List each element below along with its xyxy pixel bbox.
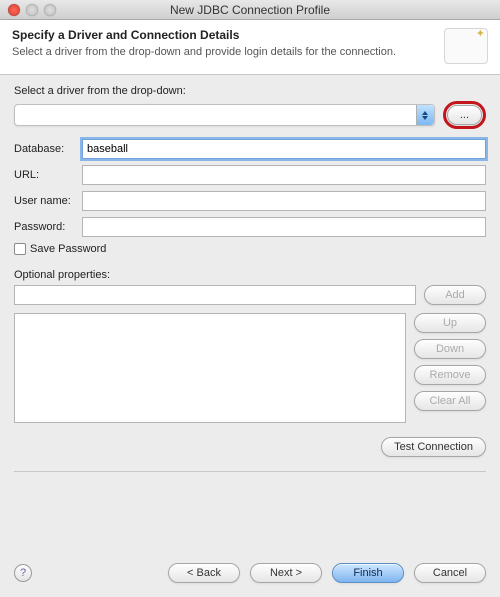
clear-all-button[interactable]: Clear All bbox=[414, 391, 486, 411]
username-input[interactable] bbox=[82, 191, 486, 211]
optional-properties-list[interactable] bbox=[14, 313, 406, 423]
driver-select-label: Select a driver from the drop-down: bbox=[14, 85, 486, 97]
optional-property-input[interactable] bbox=[14, 285, 416, 305]
help-icon[interactable]: ? bbox=[14, 564, 32, 582]
finish-button[interactable]: Finish bbox=[332, 563, 404, 583]
wizard-footer: ? < Back Next > Finish Cancel bbox=[0, 553, 500, 597]
ellipsis-icon: ... bbox=[460, 109, 469, 121]
url-label: URL: bbox=[14, 169, 82, 181]
down-button[interactable]: Down bbox=[414, 339, 486, 359]
add-button[interactable]: Add bbox=[424, 285, 486, 305]
save-password-label: Save Password bbox=[30, 243, 106, 255]
minimize-icon bbox=[26, 4, 38, 16]
divider bbox=[14, 471, 486, 472]
cancel-button[interactable]: Cancel bbox=[414, 563, 486, 583]
next-button[interactable]: Next > bbox=[250, 563, 322, 583]
page-subtitle: Select a driver from the drop-down and p… bbox=[12, 46, 396, 58]
up-button[interactable]: Up bbox=[414, 313, 486, 333]
zoom-icon bbox=[44, 4, 56, 16]
driver-select[interactable] bbox=[14, 104, 435, 126]
test-connection-button[interactable]: Test Connection bbox=[381, 437, 486, 457]
annotation-circle: ... bbox=[443, 101, 486, 129]
driver-browse-button[interactable]: ... bbox=[447, 105, 482, 125]
database-label: Database: bbox=[14, 143, 82, 155]
remove-button[interactable]: Remove bbox=[414, 365, 486, 385]
driver-select-value bbox=[15, 109, 21, 121]
password-input[interactable] bbox=[82, 217, 486, 237]
window-title: New JDBC Connection Profile bbox=[0, 3, 500, 17]
title-bar: New JDBC Connection Profile bbox=[0, 0, 500, 20]
password-label: Password: bbox=[14, 221, 82, 233]
optional-properties-label: Optional properties: bbox=[14, 269, 486, 281]
database-input[interactable] bbox=[82, 139, 486, 159]
page-title: Specify a Driver and Connection Details bbox=[12, 28, 396, 42]
username-label: User name: bbox=[14, 195, 82, 207]
close-icon[interactable] bbox=[8, 4, 20, 16]
back-button[interactable]: < Back bbox=[168, 563, 240, 583]
save-password-checkbox[interactable] bbox=[14, 243, 26, 255]
url-input[interactable] bbox=[82, 165, 486, 185]
header: Specify a Driver and Connection Details … bbox=[0, 20, 500, 75]
dropdown-arrows-icon bbox=[416, 105, 434, 125]
wizard-icon bbox=[444, 28, 488, 64]
